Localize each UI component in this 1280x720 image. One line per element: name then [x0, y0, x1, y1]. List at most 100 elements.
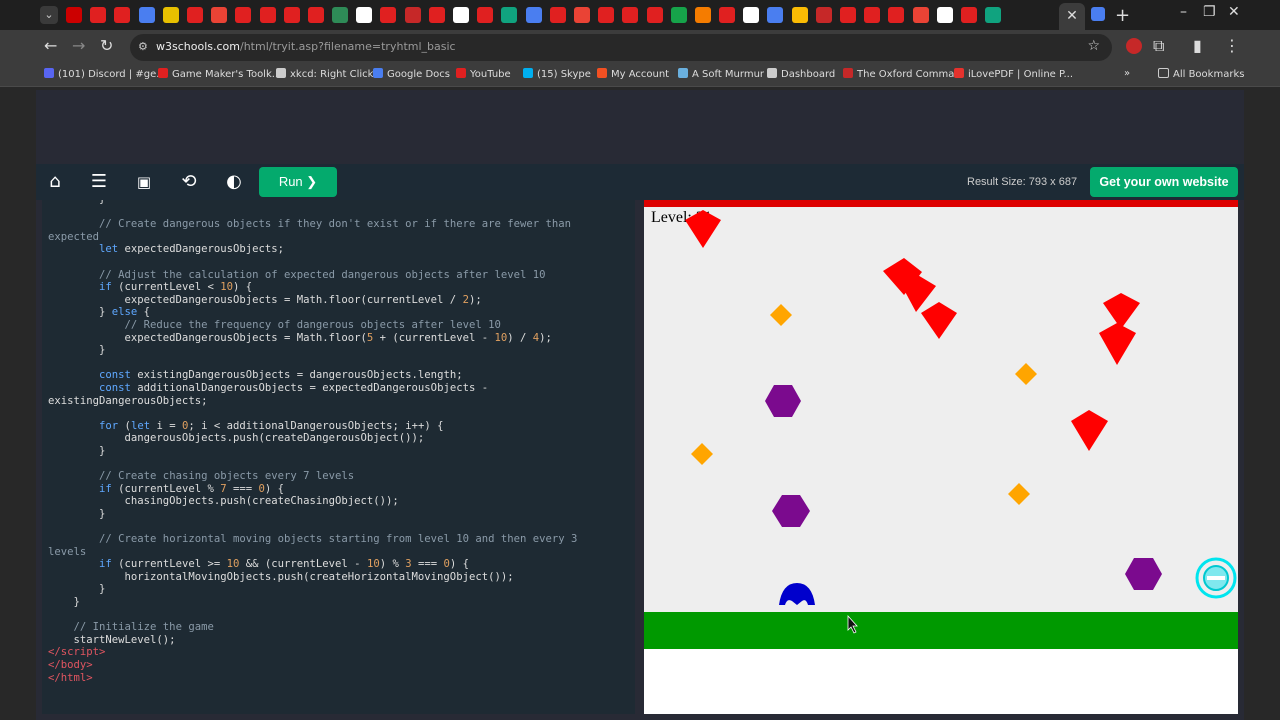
tab-favicon-icon[interactable] — [767, 7, 784, 23]
bookmark-item[interactable]: Game Maker's Toolk... — [158, 68, 281, 80]
tab-favicon-icon[interactable] — [525, 7, 542, 23]
address-bar[interactable]: ⚙ w3schools.com/html/tryit.asp?filename=… — [130, 34, 1112, 61]
bookmarks-bar: » All Bookmarks (101) Discord | #ge... Ga… — [0, 64, 1280, 87]
tab-favicon-icon[interactable] — [743, 7, 760, 23]
forward-icon[interactable]: → — [72, 38, 85, 54]
tab-favicon-icon[interactable] — [888, 7, 905, 23]
tab-favicon-icon[interactable] — [477, 7, 494, 23]
tab-favicon-icon[interactable] — [501, 7, 518, 23]
bookmark-item[interactable]: YouTube — [456, 68, 511, 80]
bookmark-label: My Account — [611, 69, 670, 80]
theme-toggle-icon[interactable]: ◐ — [223, 171, 245, 193]
bookmark-favicon-icon — [523, 68, 533, 78]
bookmark-favicon-icon — [597, 68, 607, 78]
all-bookmarks[interactable]: All Bookmarks — [1158, 68, 1244, 80]
run-button[interactable]: Run ❯ — [259, 167, 337, 197]
tab-favicon-icon[interactable] — [283, 7, 300, 23]
tab-favicon-icon[interactable] — [428, 7, 445, 23]
get-your-own-website-button[interactable]: Get your own website — [1090, 167, 1238, 197]
reload-icon[interactable]: ↻ — [100, 38, 113, 54]
tab-favicon-icon[interactable] — [646, 7, 663, 23]
bookmark-favicon-icon — [456, 68, 466, 78]
tab-icons — [66, 7, 1002, 23]
tab-favicon-icon[interactable] — [138, 7, 155, 23]
tab-search-button[interactable]: ⌄ — [40, 6, 58, 24]
tab-favicon-icon[interactable] — [380, 7, 397, 23]
code-scrollbar[interactable] — [627, 200, 635, 714]
tab-favicon-icon[interactable] — [912, 7, 929, 23]
home-icon[interactable]: ⌂ — [44, 171, 66, 193]
tab-favicon-icon[interactable] — [307, 7, 324, 23]
tab-favicon-icon[interactable] — [936, 7, 953, 23]
extension-icon[interactable] — [1126, 38, 1142, 54]
bookmark-favicon-icon — [767, 68, 777, 78]
bookmark-favicon-icon — [44, 68, 54, 78]
bookmark-item[interactable]: Google Docs — [373, 68, 450, 80]
bookmark-item[interactable]: iLovePDF | Online P... — [954, 68, 1073, 80]
tab-favicon-icon[interactable] — [162, 7, 179, 23]
result-frame[interactable]: Level: 21 — [644, 200, 1238, 714]
new-tab-button[interactable]: + — [1115, 5, 1130, 26]
tab-favicon-icon[interactable] — [791, 7, 808, 23]
tab-favicon-icon[interactable] — [598, 7, 615, 23]
bookmark-item[interactable]: xkcd: Right Click — [276, 68, 373, 80]
bookmark-item[interactable]: (101) Discord | #ge... — [44, 68, 166, 80]
tab-favicon-icon[interactable] — [864, 7, 881, 23]
bookmark-item[interactable]: (15) Skype — [523, 68, 591, 80]
bookmark-item[interactable]: Dashboard — [767, 68, 835, 80]
minimize-button[interactable]: – — [1180, 4, 1187, 20]
tab-favicon-icon[interactable] — [622, 7, 639, 23]
tab-favicon-icon[interactable] — [90, 7, 107, 23]
tab-favicon-icon[interactable] — [670, 7, 687, 23]
tab-favicon-icon[interactable] — [549, 7, 566, 23]
power-up-bar — [1207, 576, 1225, 580]
maximize-button[interactable]: ❐ — [1203, 4, 1216, 20]
tab-favicon-icon[interactable] — [960, 7, 977, 23]
tab-favicon-icon[interactable] — [719, 7, 736, 23]
tab-favicon-icon[interactable] — [985, 7, 1002, 23]
save-icon[interactable]: ▣ — [133, 171, 155, 193]
top-bar — [644, 200, 1238, 207]
tab-favicon-icon[interactable] — [404, 7, 421, 23]
tab-favicon-icon[interactable] — [573, 7, 590, 23]
bookmark-label: xkcd: Right Click — [290, 69, 374, 80]
url-host: w3schools.com — [156, 40, 240, 53]
extensions-puzzle-icon[interactable]: ⧉ — [1153, 38, 1164, 54]
tab-favicon-icon[interactable] — [840, 7, 856, 23]
game-canvas[interactable]: Level: 21 — [644, 200, 1238, 714]
bookmark-label: (15) Skype — [537, 69, 591, 80]
tab-favicon-icon[interactable] — [694, 7, 711, 23]
tab-favicon-icon[interactable] — [66, 7, 82, 23]
tab-favicon-icon[interactable] — [356, 7, 373, 23]
menu-icon[interactable]: ⋮ — [1224, 38, 1240, 54]
folder-icon — [1158, 68, 1169, 78]
bookmark-item[interactable]: A Soft Murmur — [678, 68, 764, 80]
zoom-tab-icon[interactable] — [1091, 7, 1105, 21]
close-window-button[interactable]: ✕ — [1228, 4, 1240, 20]
side-panel-icon[interactable]: ▮ — [1193, 38, 1202, 54]
tab-favicon-icon[interactable] — [259, 7, 276, 23]
bookmark-item[interactable]: The Oxford Comma — [843, 68, 954, 80]
tab-favicon-icon[interactable] — [114, 7, 131, 23]
active-tab[interactable]: ✕ — [1059, 3, 1085, 30]
hamburger-menu-icon[interactable]: ☰ — [88, 171, 110, 193]
rotate-layout-icon[interactable]: ⟲ — [178, 171, 200, 193]
bookmark-star-icon[interactable]: ☆ — [1087, 38, 1100, 54]
tab-favicon-icon[interactable] — [453, 7, 469, 23]
code-text[interactable]: } // Create dangerous objects if they do… — [48, 200, 577, 684]
bookmark-label: The Oxford Comma — [857, 69, 955, 80]
tab-favicon-icon[interactable] — [186, 7, 203, 23]
bookmark-label: Game Maker's Toolk... — [172, 69, 282, 80]
more-bookmarks-icon[interactable]: » — [1124, 68, 1130, 79]
bookmark-favicon-icon — [373, 68, 383, 78]
tab-favicon-icon[interactable] — [332, 7, 349, 23]
back-icon[interactable]: ← — [44, 38, 57, 54]
tab-favicon-icon[interactable] — [815, 7, 832, 23]
site-info-icon[interactable]: ⚙ — [138, 40, 148, 53]
tab-favicon-icon[interactable] — [235, 7, 252, 23]
bookmark-favicon-icon — [954, 68, 964, 78]
bookmark-item[interactable]: My Account — [597, 68, 669, 80]
code-editor[interactable]: } // Create dangerous objects if they do… — [42, 200, 628, 714]
tab-favicon-icon[interactable] — [211, 7, 228, 23]
bookmark-label: iLovePDF | Online P... — [968, 69, 1074, 80]
